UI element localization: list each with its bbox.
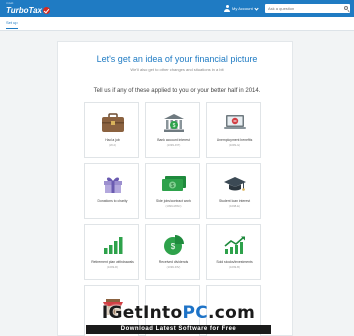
gift-icon [85, 173, 140, 195]
tile-received-dividends[interactable]: $ Received dividends (1099-DIV) [145, 224, 200, 280]
tile-label: Unemployment benefits [216, 138, 253, 142]
logo-text: TurboTax [6, 5, 43, 15]
tile-retirement-plan-withdrawals[interactable]: Retirement plan withdrawals (1099-R) [84, 224, 139, 280]
tile-form: (1099-INT) [166, 142, 181, 147]
search-box [265, 4, 350, 13]
pie-chart-icon: $ [146, 234, 201, 256]
turbotax-logo[interactable]: intuit TurboTax [6, 1, 51, 15]
tile-form: (1098-E) [229, 203, 240, 208]
tile-form: (1099-B) [229, 264, 240, 269]
watermark-title-c: .com [207, 303, 256, 323]
top-bar: intuit TurboTax My Account [0, 0, 354, 17]
chevron-down-icon [254, 5, 259, 11]
my-account-label: My Account [232, 6, 253, 11]
sub-navigation: Set up [0, 17, 354, 31]
tile-label: Donations to charity [97, 199, 128, 203]
tile-sold-stocks-investments[interactable]: Sold stocks/investments (1099-B) [206, 224, 261, 280]
search-icon[interactable] [344, 6, 348, 10]
tile-donations-to-charity[interactable]: Donations to charity [84, 163, 139, 219]
trend-chart-icon [207, 234, 262, 256]
tile-label: Received dividends [158, 260, 189, 264]
watermark-subtitle: Download Latest Software for Free [86, 325, 271, 334]
tile-form: (1099-DIV) [166, 264, 181, 269]
tile-bank-account-interest[interactable]: $ Bank account interest (1099-INT) [145, 102, 200, 158]
briefcase-icon [85, 112, 140, 134]
tab-set-up[interactable]: Set up [6, 20, 18, 29]
tile-form: (1099-R) [106, 264, 119, 269]
watermark-title-b: PC [182, 303, 208, 323]
watermark-banner: IGetIntoPC.com Download Latest Software … [86, 303, 271, 336]
tile-side-jobs[interactable]: $ Side jobs/contract work (1099-MISC) [145, 163, 200, 219]
page-title: Let's get an idea of your financial pict… [96, 54, 258, 64]
tile-label: Sold stocks/investments [216, 260, 253, 264]
tile-label: Retirement plan withdrawals [91, 260, 134, 264]
tile-had-a-job[interactable]: Had a job (W-2) [84, 102, 139, 158]
bar-chart-icon [85, 234, 140, 256]
tile-label: Side jobs/contract work [155, 199, 192, 203]
user-icon [224, 5, 230, 12]
tile-label: Had a job [105, 138, 120, 142]
question-prompt: Tell us if any of these applied to you o… [93, 88, 261, 94]
tile-student-loan-interest[interactable]: Student loan interest (1098-E) [206, 163, 261, 219]
checkmark-icon [43, 6, 51, 14]
page-subtitle: We'll also get to other changes and situ… [130, 67, 224, 72]
intuit-label: intuit [6, 1, 14, 5]
watermark-title: IGetIntoPC.com [86, 303, 271, 323]
tile-label: Student loan interest [218, 199, 251, 203]
svg-text:$: $ [172, 123, 175, 129]
laptop-icon [207, 112, 262, 134]
graduation-cap-icon [207, 173, 262, 195]
search-input[interactable] [265, 4, 343, 13]
my-account-menu[interactable]: My Account [224, 3, 259, 14]
tile-form: (1099-MISC) [165, 203, 182, 208]
tile-form: (W-2) [109, 142, 116, 147]
svg-text:$: $ [171, 183, 174, 189]
svg-text:$: $ [170, 242, 175, 251]
watermark-title-a: IGetInto [101, 303, 183, 323]
tile-unemployment-benefits[interactable]: Unemployment benefits (1099-G) [206, 102, 261, 158]
bank-icon: $ [146, 112, 201, 134]
cash-icon: $ [146, 173, 201, 195]
tile-form: (1099-G) [228, 142, 241, 147]
tile-label: Bank account interest [157, 138, 190, 142]
